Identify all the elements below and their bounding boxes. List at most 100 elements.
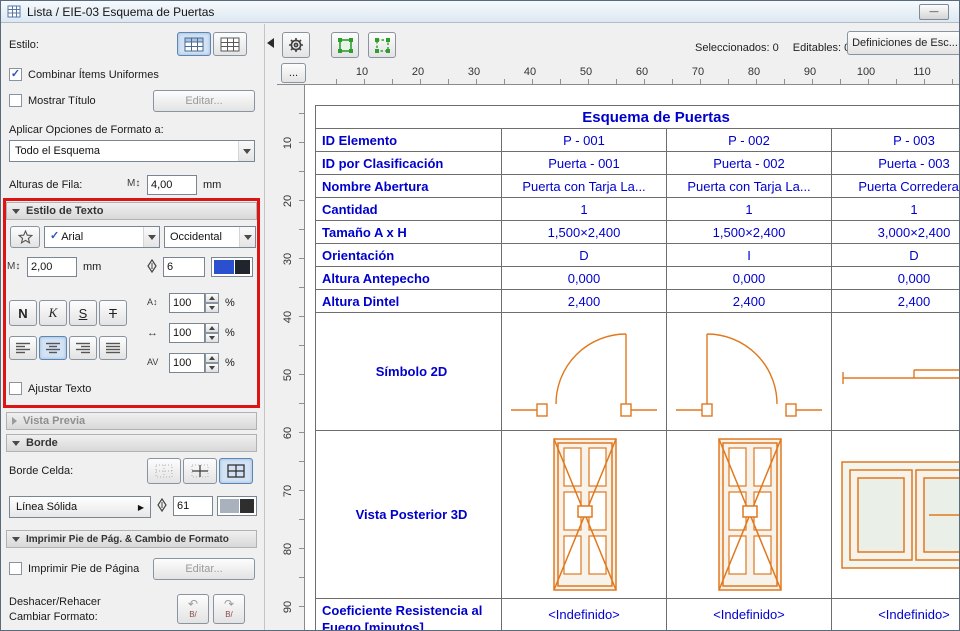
combinar-items-checkbox[interactable]: ✓ Combinar Ítems Uniformes <box>9 68 159 81</box>
symbol-2d-cell[interactable] <box>502 313 667 431</box>
row-height-input[interactable] <box>147 175 197 195</box>
table-cell[interactable]: D <box>502 244 667 267</box>
table-title[interactable]: Esquema de Puertas <box>316 106 960 129</box>
table-cell[interactable]: Puerta - 003 <box>832 152 960 175</box>
table-cell[interactable]: 0,000 <box>502 267 667 290</box>
vertical-ruler[interactable]: 10 20 30 40 50 60 70 80 90 <box>277 85 305 631</box>
ruler-options-button[interactable]: ... <box>281 63 306 83</box>
minimize-button[interactable]: — <box>919 4 949 20</box>
row-label[interactable]: Altura Antepecho <box>316 267 502 290</box>
section-imprimir[interactable]: Imprimir Pie de Pág. & Cambio de Formato <box>6 530 257 548</box>
table-cell[interactable]: Puerta Corredera... <box>832 175 960 198</box>
stepper-up[interactable] <box>205 353 219 363</box>
align-justify-button[interactable] <box>99 336 127 360</box>
definiciones-button[interactable]: Definiciones de Esc... <box>847 31 960 55</box>
stepper-down[interactable] <box>205 333 219 343</box>
table-cell[interactable]: Puerta - 001 <box>502 152 667 175</box>
char-width-input[interactable] <box>169 323 205 343</box>
align-right-button[interactable] <box>69 336 97 360</box>
table-cell[interactable]: 3,000×2,400 <box>832 221 960 244</box>
ajustar-texto-checkbox[interactable]: Ajustar Texto <box>9 382 91 395</box>
section-borde[interactable]: Borde <box>6 434 257 452</box>
symbol-2d-cell[interactable] <box>832 313 960 431</box>
style-plain-grid-button[interactable] <box>213 32 247 56</box>
settings-button[interactable] <box>282 32 310 58</box>
row-label[interactable]: Altura Dintel <box>316 290 502 313</box>
symbol-2d-cell[interactable] <box>667 313 832 431</box>
table-cell[interactable]: Puerta - 002 <box>667 152 832 175</box>
table-cell[interactable]: Puerta con Tarja La... <box>667 175 832 198</box>
border-inner-button[interactable] <box>183 458 217 484</box>
mostrar-titulo-checkbox[interactable]: Mostrar Título <box>9 94 96 107</box>
imprimir-pie-checkbox[interactable]: Imprimir Pie de Página <box>9 562 139 575</box>
row-label[interactable]: Orientación <box>316 244 502 267</box>
row-label[interactable]: Coeficiente Resistencia al Fuego [minuto… <box>316 599 502 631</box>
table-cell[interactable]: <Indefinido> <box>667 599 832 631</box>
font-select[interactable]: ✓ Arial <box>44 226 160 248</box>
horizontal-ruler[interactable]: 10 20 30 40 50 60 70 80 90 100 110 <box>309 61 960 85</box>
style-table-headers-button[interactable] <box>177 32 211 56</box>
view-3d-cell[interactable] <box>832 431 960 599</box>
text-pen-input[interactable] <box>163 257 205 277</box>
view-3d-cell[interactable] <box>502 431 667 599</box>
line-spacing-input[interactable] <box>169 293 205 313</box>
editar-pie-button[interactable]: Editar... <box>153 558 255 580</box>
table-cell[interactable]: I <box>667 244 832 267</box>
kerning-input[interactable] <box>169 353 205 373</box>
editar-titulo-button[interactable]: Editar... <box>153 90 255 112</box>
table-cell[interactable]: 2,400 <box>502 290 667 313</box>
line-type-popup[interactable]: Línea Sólida ▶ <box>9 496 151 518</box>
table-cell[interactable]: P - 002 <box>667 129 832 152</box>
view-3d-cell[interactable] <box>667 431 832 599</box>
kerning-stepper[interactable] <box>205 353 219 373</box>
line-spacing-stepper[interactable] <box>205 293 219 313</box>
row-label[interactable]: Vista Posterior 3D <box>316 431 502 599</box>
script-select[interactable]: Occidental <box>164 226 256 248</box>
show-selection-button[interactable] <box>331 32 359 58</box>
panel-collapse-arrow[interactable] <box>267 38 274 48</box>
table-cell[interactable]: P - 003 <box>832 129 960 152</box>
favorites-button[interactable] <box>10 226 40 248</box>
table-cell[interactable]: <Indefinido> <box>832 599 960 631</box>
strikethrough-button[interactable]: T <box>99 300 127 326</box>
underline-button[interactable]: S <box>69 300 97 326</box>
row-label[interactable]: ID Elemento <box>316 129 502 152</box>
section-estilo-de-texto[interactable]: Estilo de Texto <box>6 202 257 220</box>
border-pen-color-swatch[interactable] <box>217 496 257 516</box>
stepper-down[interactable] <box>205 363 219 373</box>
row-label[interactable]: Nombre Abertura <box>316 175 502 198</box>
table-cell[interactable]: D <box>832 244 960 267</box>
table-cell[interactable]: 1 <box>667 198 832 221</box>
char-width-stepper[interactable] <box>205 323 219 343</box>
align-center-button[interactable] <box>39 336 67 360</box>
bold-button[interactable]: N <box>9 300 37 326</box>
table-cell[interactable]: 2,400 <box>832 290 960 313</box>
align-left-button[interactable] <box>9 336 37 360</box>
border-pen-input[interactable] <box>173 496 213 516</box>
table-cell[interactable]: Puerta con Tarja La... <box>502 175 667 198</box>
table-cell[interactable]: 0,000 <box>667 267 832 290</box>
row-label[interactable]: Tamaño A x H <box>316 221 502 244</box>
border-none-button[interactable] <box>147 458 181 484</box>
row-label[interactable]: ID por Clasificación <box>316 152 502 175</box>
title-bar[interactable]: Lista / EIE-03 Esquema de Puertas — <box>1 1 959 23</box>
row-label[interactable]: Símbolo 2D <box>316 313 502 431</box>
table-cell[interactable]: 1,500×2,400 <box>502 221 667 244</box>
table-cell[interactable]: P - 001 <box>502 129 667 152</box>
table-cell[interactable]: 2,400 <box>667 290 832 313</box>
text-pen-color-swatch[interactable] <box>211 257 253 277</box>
row-label[interactable]: Cantidad <box>316 198 502 221</box>
table-cell[interactable]: <Indefinido> <box>502 599 667 631</box>
table-cell[interactable]: 1 <box>502 198 667 221</box>
table-cell[interactable]: 1 <box>832 198 960 221</box>
stepper-up[interactable] <box>205 323 219 333</box>
stepper-down[interactable] <box>205 303 219 313</box>
section-vista-previa[interactable]: Vista Previa <box>6 412 257 430</box>
stepper-up[interactable] <box>205 293 219 303</box>
undo-format-button[interactable]: ↶ B/ <box>177 594 209 624</box>
redo-format-button[interactable]: ↷ B/ <box>213 594 245 624</box>
italic-button[interactable]: K <box>39 300 67 326</box>
aplicar-formato-select[interactable]: Todo el Esquema <box>9 140 255 162</box>
border-all-button[interactable] <box>219 458 253 484</box>
table-cell[interactable]: 0,000 <box>832 267 960 290</box>
